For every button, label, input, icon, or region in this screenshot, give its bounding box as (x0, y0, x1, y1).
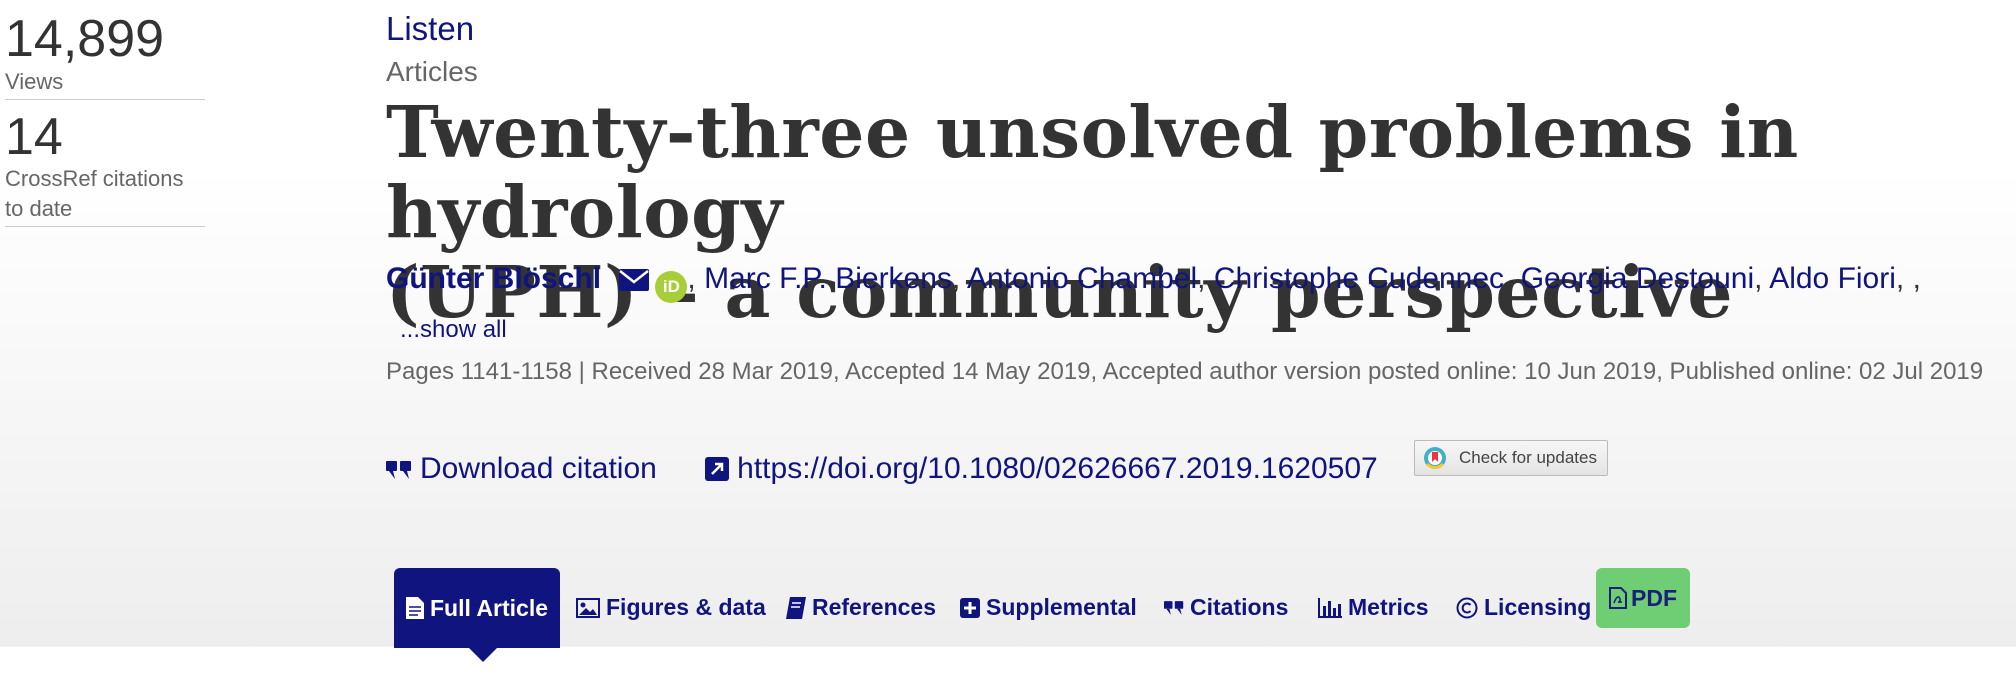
tab-metrics-label: Metrics (1348, 594, 1429, 620)
article-type: Articles (386, 56, 478, 87)
copyright-icon (1456, 597, 1478, 618)
article-actions: Download citation https://doi.org/10.108… (386, 452, 1418, 486)
tab-metrics[interactable]: Metrics (1318, 594, 1429, 621)
crossmark-icon (1424, 447, 1446, 469)
quote-icon (1164, 600, 1184, 615)
document-icon (406, 597, 424, 619)
article-title-line1: Twenty-three unsolved problems in hydrol… (386, 90, 1799, 254)
tab-supplemental-label: Supplemental (986, 594, 1137, 620)
tab-citations-label: Citations (1190, 594, 1289, 620)
author-link[interactable]: Marc F.P. Bierkens (704, 262, 952, 295)
author-link[interactable]: Antonio Chambel (967, 262, 1197, 295)
external-link-icon (705, 457, 730, 481)
check-for-updates-button[interactable]: Check for updates (1414, 440, 1608, 476)
citations-label-line1: CrossRef citations (5, 166, 184, 192)
book-icon (786, 596, 806, 619)
publication-info: Pages 1141-1158 | Received 28 Mar 2019, … (386, 358, 1984, 385)
views-count: 14,899 (5, 10, 165, 68)
author-link-first[interactable]: Günter Blöschl (386, 262, 601, 295)
envelope-icon[interactable] (619, 265, 650, 299)
tab-citations[interactable]: Citations (1164, 594, 1288, 621)
quote-icon (386, 461, 411, 479)
pdf-file-icon (1609, 587, 1627, 609)
citations-count: 14 (5, 107, 63, 166)
doi-link-label: https://doi.org/10.1080/02626667.2019.16… (737, 452, 1378, 485)
tab-references-label: References (812, 594, 937, 620)
citations-label: CrossRef citations to date (5, 164, 205, 228)
author-link[interactable]: Christophe Cudennec (1214, 262, 1504, 295)
tab-supplemental[interactable]: Supplemental (960, 594, 1137, 621)
pdf-download-button[interactable]: PDF (1596, 568, 1690, 628)
tab-references[interactable]: References (786, 594, 936, 621)
image-icon (576, 597, 600, 618)
citations-label-line2: to date (5, 196, 73, 222)
author-link[interactable]: Aldo Fiori (1769, 262, 1896, 295)
tab-licensing[interactable]: Licensing (1456, 594, 1591, 621)
tab-figures-data-label: Figures & data (606, 594, 766, 620)
pdf-label: PDF (1631, 584, 1677, 611)
check-for-updates-label: Check for updates (1459, 448, 1597, 467)
doi-link[interactable]: https://doi.org/10.1080/02626667.2019.16… (705, 452, 1378, 486)
article-metrics: 14,899 Views 14 CrossRef citations to da… (5, 10, 205, 228)
plus-square-icon (960, 597, 980, 618)
author-link[interactable]: Georgia Destouni (1521, 262, 1754, 295)
listen-link[interactable]: Listen (386, 10, 474, 48)
tab-full-article[interactable]: Full Article (394, 568, 560, 662)
tab-figures-data[interactable]: Figures & data (576, 594, 766, 621)
bar-chart-icon (1318, 597, 1342, 618)
views-label: Views (5, 67, 205, 100)
orcid-icon[interactable]: iD (655, 271, 688, 303)
show-all-authors-link[interactable]: ...show all (400, 316, 507, 344)
tab-full-article-label: Full Article (430, 594, 548, 621)
download-citation-link[interactable]: Download citation (386, 452, 657, 486)
tab-licensing-label: Licensing (1484, 594, 1592, 620)
download-citation-label: Download citation (420, 452, 657, 485)
author-list: Günter Blöschl iD, Marc F.P. Bierkens, A… (386, 262, 1921, 303)
